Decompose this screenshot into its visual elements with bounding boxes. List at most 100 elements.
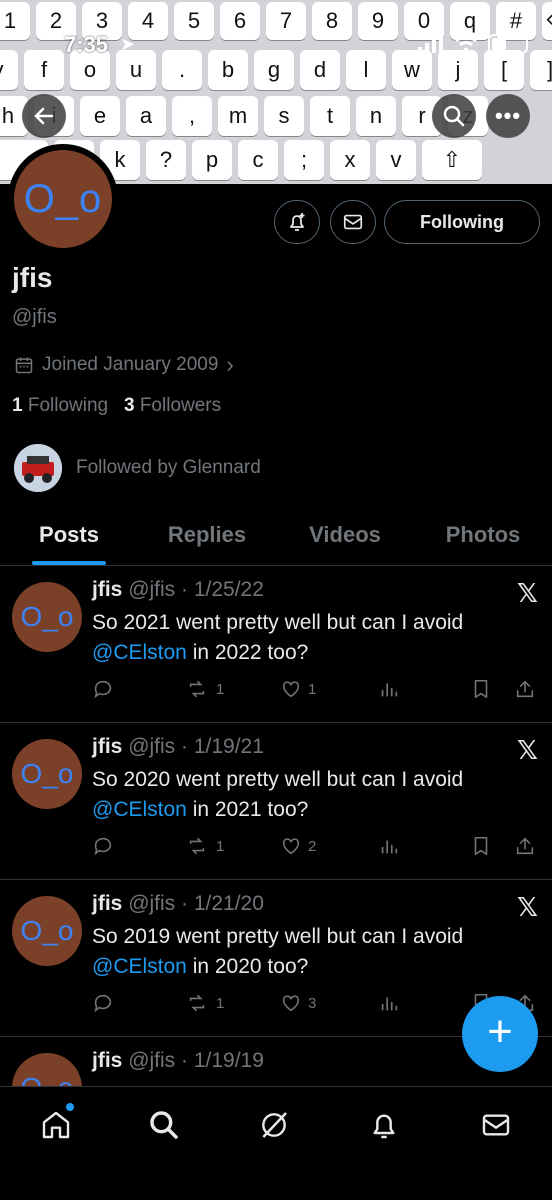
notifications-button[interactable]	[274, 200, 320, 244]
retweet-icon	[189, 994, 205, 1012]
retweet-count: 1	[216, 994, 225, 1012]
status-icons	[418, 34, 528, 54]
key[interactable]: p	[192, 140, 232, 180]
more-button[interactable]: •••	[486, 94, 530, 138]
key[interactable]: n	[356, 96, 396, 136]
key[interactable]: t	[310, 96, 350, 136]
x-logo-icon: 𝕏	[517, 578, 538, 608]
tweet-avatar[interactable]: O_o	[12, 582, 82, 652]
location-arrow-icon: ➤	[120, 34, 136, 54]
bookmark-button[interactable]	[470, 835, 492, 857]
like-button[interactable]: 1	[280, 678, 316, 700]
following-label: Following	[27, 395, 109, 416]
key[interactable]: ,	[172, 96, 212, 136]
tab-videos[interactable]: Videos	[276, 512, 414, 565]
retweet-button[interactable]: 1	[184, 678, 224, 700]
tweet[interactable]: O_o jfis @jfis · 1/19/21 𝕏 So 2020 went pre…	[0, 723, 552, 880]
following-link[interactable]: 1 Following	[12, 395, 108, 416]
tweet-author[interactable]: jfis	[92, 892, 122, 915]
follow-counts: 1 Following 3 Followers	[12, 395, 221, 417]
like-button[interactable]: 3	[280, 992, 316, 1014]
profile-avatar[interactable]: O_o	[8, 144, 118, 254]
search-icon	[150, 1111, 178, 1139]
tab-photos[interactable]: Photos	[414, 512, 552, 565]
tweet-text-part: So 2021 went pretty well but can I avoid	[92, 611, 464, 634]
key[interactable]: m	[218, 96, 258, 136]
tab-replies[interactable]: Replies	[138, 512, 276, 565]
nav-search[interactable]	[144, 1105, 184, 1145]
heart-icon	[282, 681, 300, 698]
tweet-text-part: So 2020 went pretty well but can I avoid	[92, 768, 464, 791]
share-button[interactable]	[514, 835, 536, 857]
key[interactable]: e	[80, 96, 120, 136]
reply-button[interactable]	[92, 835, 114, 857]
tweet-header: jfis @jfis · 1/19/19	[92, 1049, 264, 1073]
grok-icon	[262, 1112, 287, 1138]
nav-home[interactable]	[36, 1103, 76, 1145]
following-button[interactable]: Following	[384, 200, 540, 244]
more-icon: •••	[494, 103, 522, 128]
like-button[interactable]: 2	[280, 835, 316, 857]
following-count: 1	[12, 395, 23, 416]
compose-button[interactable]: +	[462, 996, 538, 1072]
chevron-right-icon: ›	[226, 352, 234, 377]
tweet-text: So 2020 went pretty well but can I avoid…	[92, 765, 532, 825]
envelope-icon	[343, 214, 363, 230]
reply-button[interactable]	[92, 678, 114, 700]
tweet-avatar[interactable]: O_o	[12, 739, 82, 809]
tab-posts[interactable]: Posts	[0, 512, 138, 565]
followed-by[interactable]: Followed by Glennard	[14, 444, 261, 492]
nav-grok[interactable]	[254, 1105, 294, 1145]
shift-key[interactable]: ⇧	[422, 140, 482, 180]
share-button[interactable]	[514, 678, 536, 700]
tweet[interactable]: O_o jfis @jfis · 1/25/22 𝕏 So 2021 went pre…	[0, 566, 552, 723]
key[interactable]: ;	[284, 140, 324, 180]
followers-count: 3	[123, 395, 135, 416]
nav-notifications[interactable]	[364, 1105, 404, 1145]
views-button[interactable]	[378, 835, 400, 857]
tweet-author[interactable]: jfis	[92, 735, 122, 758]
retweet-button[interactable]: 1	[184, 992, 224, 1014]
search-button[interactable]	[432, 94, 476, 138]
calendar-icon	[15, 357, 33, 374]
key[interactable]: c	[238, 140, 278, 180]
followed-by-label: Followed by Glennard	[76, 457, 261, 478]
nav-messages[interactable]	[476, 1105, 516, 1145]
tweet-avatar[interactable]: O_o	[12, 896, 82, 966]
message-button[interactable]	[330, 200, 376, 244]
plus-icon: +	[487, 1007, 513, 1056]
reply-icon	[94, 680, 112, 699]
back-button[interactable]	[22, 94, 66, 138]
bell-icon	[373, 1114, 395, 1139]
tweet-author[interactable]: jfis	[92, 1049, 122, 1072]
joined-label: Joined January 2009	[42, 354, 219, 375]
key[interactable]: v	[376, 140, 416, 180]
retweet-button[interactable]: 1	[184, 835, 224, 857]
joined-date[interactable]: Joined January 2009 ›	[14, 352, 234, 378]
key[interactable]: a	[126, 96, 166, 136]
views-button[interactable]	[378, 678, 400, 700]
followers-link[interactable]: 3 Followers	[124, 395, 221, 416]
tweet-text-part: So 2019 went pretty well but can I avoid	[92, 925, 464, 948]
share-icon	[516, 680, 534, 698]
mention-link[interactable]: @CElston	[92, 955, 187, 978]
avatar-image: O_o	[14, 150, 112, 248]
bookmark-icon	[474, 836, 488, 856]
key[interactable]: s	[264, 96, 304, 136]
analytics-icon	[381, 840, 398, 854]
mention-link[interactable]: @CElston	[92, 798, 187, 821]
tweet-meta: @jfis · 1/21/20	[128, 892, 264, 915]
bookmark-button[interactable]	[470, 678, 492, 700]
mention-link[interactable]: @CElston	[92, 641, 187, 664]
tweet-author[interactable]: jfis	[92, 578, 122, 601]
reply-button[interactable]	[92, 992, 114, 1014]
tweet-meta: @jfis · 1/19/19	[128, 1049, 264, 1072]
notification-dot	[66, 1103, 74, 1111]
views-button[interactable]	[378, 992, 400, 1014]
tweet-text-part: in 2022 too?	[186, 641, 309, 664]
retweet-count: 1	[216, 837, 225, 855]
key[interactable]: ?	[146, 140, 186, 180]
tweet-text: So 2021 went pretty well but can I avoid…	[92, 608, 532, 668]
reply-icon	[94, 837, 112, 856]
key[interactable]: x	[330, 140, 370, 180]
